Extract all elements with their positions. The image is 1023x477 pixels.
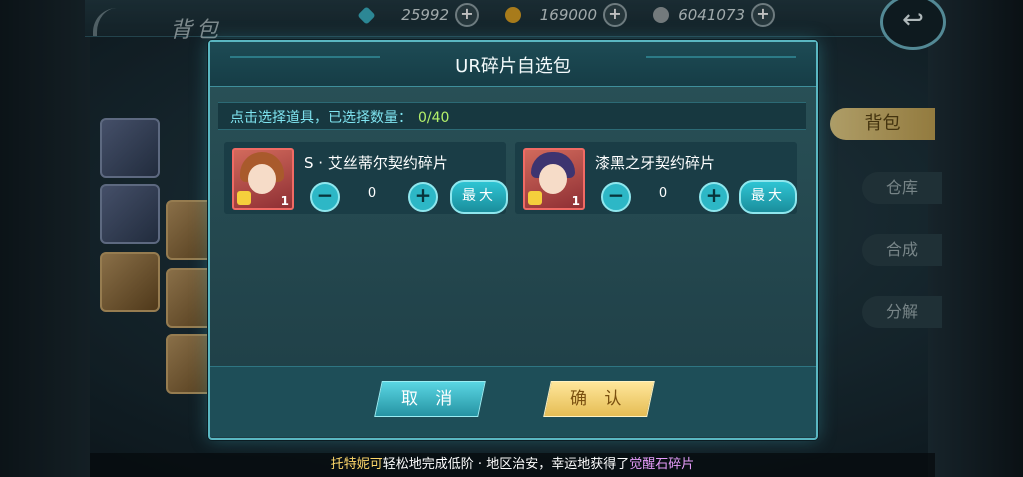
instruction-text: 点击选择道具，已选择数量： — [230, 110, 412, 126]
quantity-value: 0 — [658, 186, 668, 201]
decrease-button[interactable]: − — [310, 182, 340, 212]
portrait-face — [248, 164, 276, 194]
item-name: S · 艾丝蒂尔契约碎片 — [304, 154, 448, 172]
fragment-piece-icon — [528, 191, 542, 205]
cancel-label: 取 消 — [401, 389, 459, 409]
ticker-player-name: 托特妮可 — [330, 457, 383, 472]
cancel-button[interactable]: 取 消 — [374, 381, 486, 417]
fragment-item[interactable]: 1 漆黑之牙契约碎片 − 0 + 最大 — [515, 142, 797, 214]
broadcast-ticker: 托特妮可轻松地完成低阶 · 地区治安，幸运地获得了觉醒石碎片 — [90, 453, 935, 477]
confirm-label: 确 认 — [570, 389, 628, 409]
confirm-button[interactable]: 确 认 — [543, 381, 655, 417]
selection-info: 点击选择道具，已选择数量： 0/40 — [218, 102, 806, 130]
fragment-item[interactable]: 1 S · 艾丝蒂尔契约碎片 − 0 + 最大 — [224, 142, 508, 214]
ticker-message: 轻松地完成低阶 · 地区治安，幸运地获得了 — [382, 457, 630, 472]
selected-count: 0/40 — [418, 110, 450, 126]
dialog-footer — [210, 366, 816, 437]
character-portrait[interactable]: 1 — [232, 148, 294, 210]
decrease-button[interactable]: − — [601, 182, 631, 212]
ur-fragment-select-dialog: UR碎片自选包 点击选择道具，已选择数量： 0/40 1 S · 艾丝蒂尔契约碎片… — [208, 40, 818, 440]
owned-quantity: 1 — [571, 194, 580, 208]
item-name: 漆黑之牙契约碎片 — [595, 154, 716, 172]
increase-button[interactable]: + — [408, 182, 438, 212]
fragment-piece-icon — [237, 191, 251, 205]
ticker-item-name: 觉醒石碎片 — [629, 457, 695, 472]
dialog-title: UR碎片自选包 — [455, 56, 571, 77]
selection-instruction: 点击选择道具，已选择数量： 0/40 — [230, 107, 449, 127]
max-button[interactable]: 最大 — [739, 180, 797, 214]
character-portrait[interactable]: 1 — [523, 148, 585, 210]
portrait-face — [539, 164, 567, 194]
owned-quantity: 1 — [280, 194, 289, 208]
max-button[interactable]: 最大 — [450, 180, 508, 214]
increase-button[interactable]: + — [699, 182, 729, 212]
quantity-value: 0 — [367, 186, 377, 201]
dialog-header: UR碎片自选包 — [210, 42, 816, 87]
